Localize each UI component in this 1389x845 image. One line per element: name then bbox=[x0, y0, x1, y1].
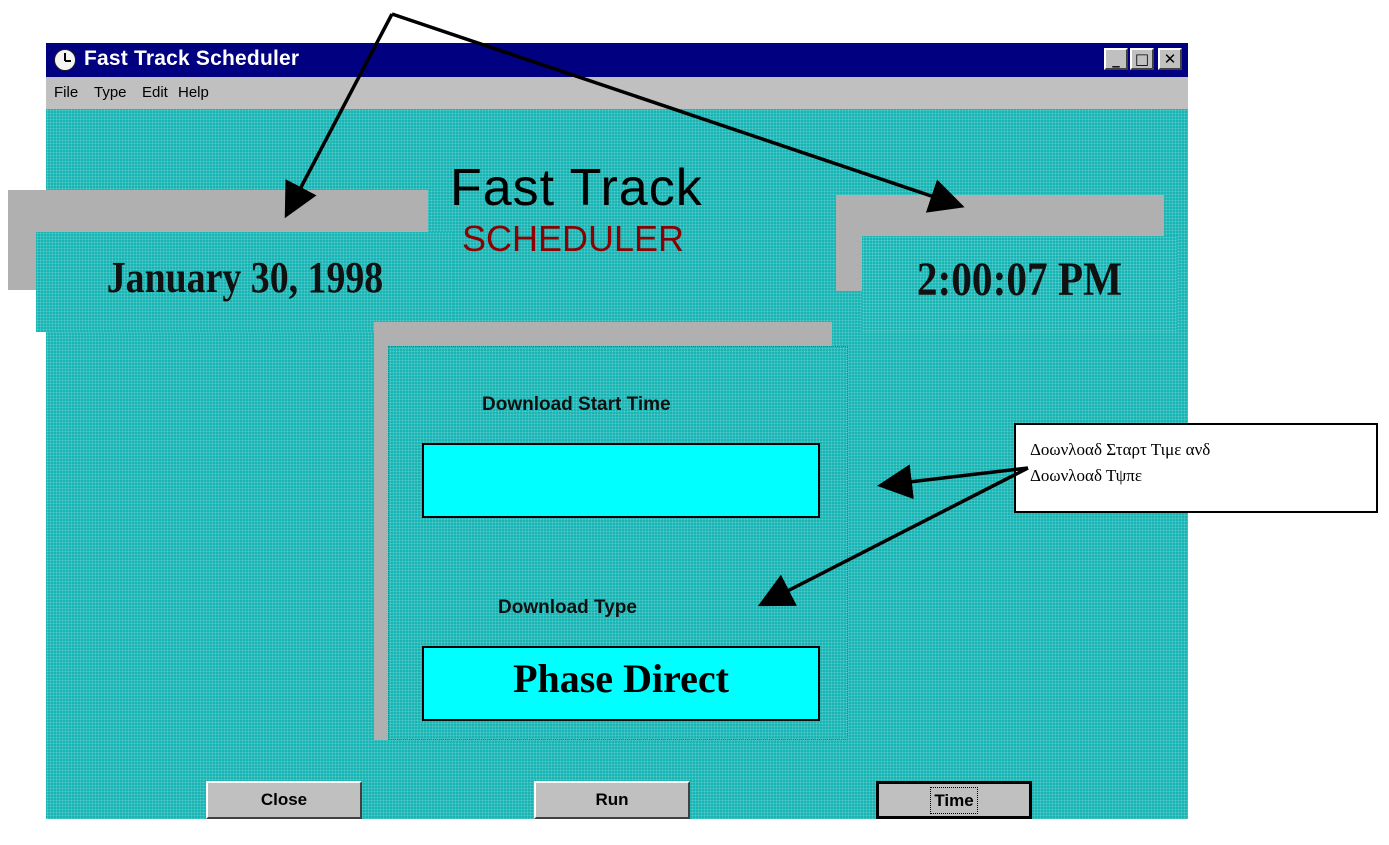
arrow-to-download-type bbox=[757, 466, 1029, 607]
arrow-to-start-time bbox=[877, 464, 1029, 500]
annotation-arrows bbox=[284, 12, 1029, 607]
arrow-to-date bbox=[284, 13, 394, 219]
arrow-to-time bbox=[391, 12, 965, 213]
